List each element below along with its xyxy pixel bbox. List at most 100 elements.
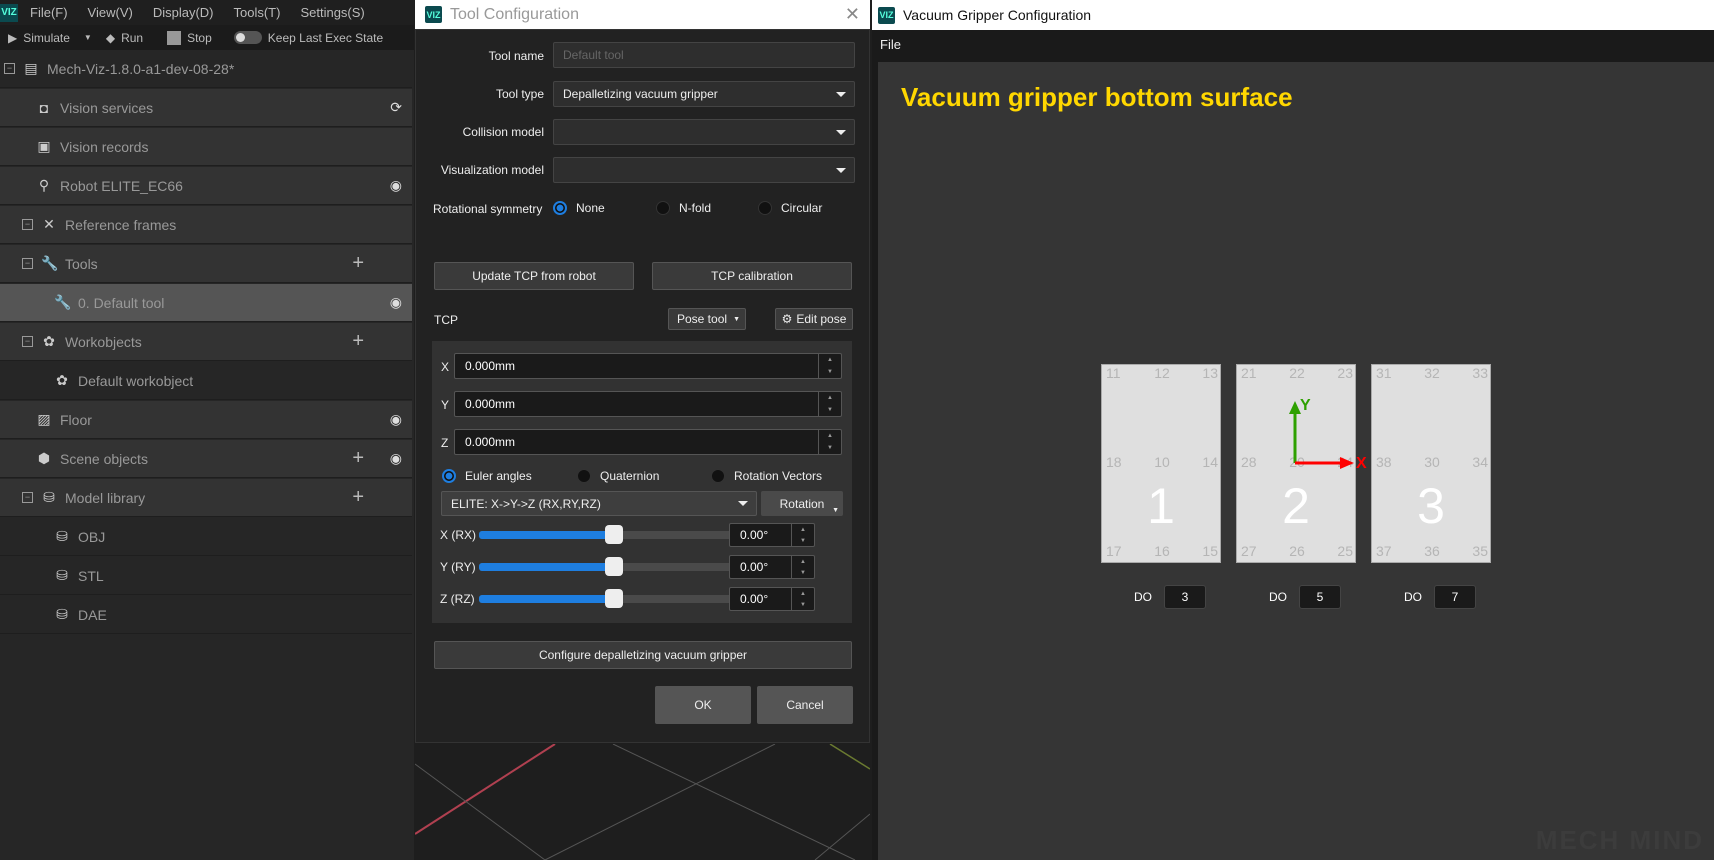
tree-item[interactable]: ◘ Vision services ⟳: [0, 89, 412, 127]
suction-pad-2[interactable]: 21 22 23 28 20 24 27 26 25 2: [1236, 364, 1356, 563]
tree-item-label: Vision services: [60, 99, 154, 116]
rotation-value: Rotation: [779, 496, 825, 511]
slider-handle[interactable]: [605, 525, 623, 544]
angle-slider[interactable]: [479, 525, 749, 544]
spinner[interactable]: ▲ ▼: [818, 430, 841, 454]
3d-viewport-grid[interactable]: [415, 744, 870, 860]
x-value: 0.000mm: [465, 359, 516, 373]
tree-item[interactable]: ⛁ STL: [0, 557, 412, 595]
tree-item[interactable]: − ✿ Workobjects +: [0, 323, 412, 361]
tool-name-input[interactable]: Default tool: [553, 42, 855, 68]
tree-item[interactable]: − ✕ Reference frames: [0, 206, 412, 244]
tree-item[interactable]: ⚲ Robot ELITE_EC66 ◉: [0, 167, 412, 205]
menu-settings[interactable]: Settings(S): [300, 5, 364, 20]
radio-unchecked-icon: [656, 201, 670, 215]
radio-circular[interactable]: Circular: [758, 201, 822, 215]
menu-tools[interactable]: Tools(T): [234, 5, 281, 20]
spinner[interactable]: ▲ ▼: [791, 524, 814, 546]
do-input[interactable]: 7: [1434, 585, 1476, 609]
slider-handle[interactable]: [605, 589, 623, 608]
z-input[interactable]: 0.000mm ▲ ▼: [454, 429, 842, 455]
tree-item[interactable]: ▣ Vision records: [0, 128, 412, 166]
suction-cup-label: 12: [1154, 365, 1170, 381]
x-input[interactable]: 0.000mm ▲ ▼: [454, 353, 842, 379]
angle-slider[interactable]: [479, 557, 749, 576]
run-button[interactable]: Run: [121, 31, 143, 45]
eye-icon[interactable]: ◉: [390, 411, 402, 428]
collapse-icon[interactable]: −: [22, 219, 33, 230]
configure-gripper-button[interactable]: Configure depalletizing vacuum gripper: [434, 641, 852, 669]
tcp-calibration-button[interactable]: TCP calibration: [652, 262, 852, 290]
plus-icon[interactable]: +: [352, 330, 364, 353]
radio-quaternion[interactable]: Quaternion: [577, 469, 659, 483]
slider-handle[interactable]: [605, 557, 623, 576]
euler-order-select[interactable]: ELITE: X->Y->Z (RX,RY,RZ): [441, 491, 757, 516]
simulate-button[interactable]: Simulate: [23, 31, 70, 45]
tree-item[interactable]: − ▤ Mech-Viz-1.8.0-a1-dev-08-28*: [0, 50, 412, 88]
pose-tool-select[interactable]: Pose tool ▼: [668, 308, 746, 330]
plus-icon[interactable]: +: [352, 252, 364, 275]
edit-pose-label: Edit pose: [796, 312, 847, 326]
do-input[interactable]: 5: [1299, 585, 1341, 609]
menu-view[interactable]: View(V): [88, 5, 133, 20]
tree-item[interactable]: ⛁ DAE: [0, 596, 412, 634]
menu-file[interactable]: File: [880, 37, 901, 52]
eye-icon[interactable]: ◉: [390, 294, 402, 311]
eye-icon[interactable]: ◉: [390, 450, 402, 467]
refresh-icon[interactable]: ⟳: [390, 99, 402, 116]
suction-cup-label: 37: [1376, 543, 1392, 559]
keep-state-toggle[interactable]: [233, 31, 262, 44]
radio-rotation-vectors[interactable]: Rotation Vectors: [711, 469, 822, 483]
folder-icon: ▤: [24, 60, 38, 76]
radio-n-fold[interactable]: N-fold: [656, 201, 711, 215]
menu-file[interactable]: File(F): [30, 5, 68, 20]
update-tcp-button[interactable]: Update TCP from robot: [434, 262, 634, 290]
suction-cup-label: 25: [1337, 543, 1353, 559]
menu-display[interactable]: Display(D): [153, 5, 214, 20]
angle-input[interactable]: 0.00° ▲ ▼: [729, 523, 815, 547]
collapse-icon[interactable]: −: [22, 258, 33, 269]
angle-slider[interactable]: [479, 589, 749, 608]
spinner[interactable]: ▲ ▼: [818, 354, 841, 378]
angle-input[interactable]: 0.00° ▲ ▼: [729, 587, 815, 611]
tree-item[interactable]: ⛁ OBJ: [0, 518, 412, 556]
angle-value: 0.00°: [740, 560, 769, 574]
plus-icon[interactable]: +: [352, 486, 364, 509]
angle-input[interactable]: 0.00° ▲ ▼: [729, 555, 815, 579]
visualization-model-select[interactable]: [553, 157, 855, 183]
watermark-logo: MECH MIND: [1535, 825, 1704, 855]
stop-button[interactable]: Stop: [187, 31, 212, 45]
collapse-icon[interactable]: −: [22, 492, 33, 503]
close-icon[interactable]: ✕: [845, 4, 860, 25]
tree-item-label: DAE: [78, 606, 107, 623]
tree-item[interactable]: ▨ Floor ◉: [0, 401, 412, 439]
ok-button[interactable]: OK: [655, 686, 751, 724]
tree-item[interactable]: 🔧 0. Default tool ◉: [0, 284, 412, 322]
tree-item-label: OBJ: [78, 528, 106, 545]
tree-item[interactable]: ⬢ Scene objects + ◉: [0, 440, 412, 478]
do-input[interactable]: 3: [1164, 585, 1206, 609]
run-icon: ◆: [105, 30, 116, 45]
spinner[interactable]: ▲ ▼: [791, 556, 814, 578]
eye-icon[interactable]: ◉: [390, 177, 402, 194]
collapse-icon[interactable]: −: [22, 336, 33, 347]
suction-pad-3[interactable]: 31 32 33 38 30 34 37 36 35 3: [1371, 364, 1491, 563]
y-input[interactable]: 0.000mm ▲ ▼: [454, 391, 842, 417]
edit-pose-button[interactable]: ⚙ Edit pose: [775, 308, 853, 330]
cancel-button[interactable]: Cancel: [757, 686, 853, 724]
do-field: DO 5: [1269, 585, 1341, 609]
radio-euler[interactable]: Euler angles: [442, 469, 532, 483]
collision-model-select[interactable]: [553, 119, 855, 145]
tool-type-select[interactable]: Depalletizing vacuum gripper: [553, 81, 855, 107]
tree-item[interactable]: − ⛁ Model library +: [0, 479, 412, 517]
rotation-select[interactable]: Rotation ▼: [761, 491, 843, 516]
spinner[interactable]: ▲ ▼: [791, 588, 814, 610]
tree-item[interactable]: ✿ Default workobject: [0, 362, 412, 400]
chevron-down-icon[interactable]: ▼: [84, 33, 92, 42]
radio-none[interactable]: None: [553, 201, 605, 215]
plus-icon[interactable]: +: [352, 447, 364, 470]
tree-item[interactable]: − 🔧 Tools +: [0, 245, 412, 283]
suction-pad-1[interactable]: 11 12 13 18 10 14 17 16 15 1: [1101, 364, 1221, 563]
collapse-icon[interactable]: −: [4, 63, 15, 74]
spinner[interactable]: ▲ ▼: [818, 392, 841, 416]
